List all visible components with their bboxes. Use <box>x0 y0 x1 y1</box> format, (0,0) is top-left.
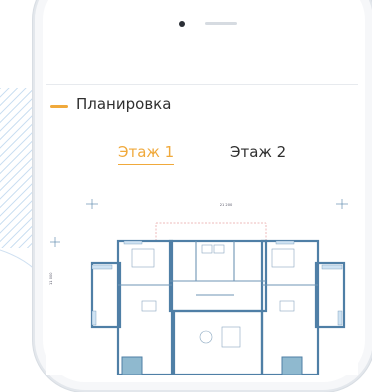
plan-walls <box>90 239 346 375</box>
tab-floor-2[interactable]: Этаж 2 <box>230 143 286 161</box>
reference-marker <box>336 199 348 209</box>
furniture <box>131 244 295 348</box>
floor-tabs: Этаж 1 Этаж 2 <box>46 143 358 173</box>
terrace-outline <box>155 222 267 242</box>
tab-floor-1[interactable]: Этаж 1 <box>118 143 175 165</box>
dimension-label-side: 11 000 <box>49 272 53 285</box>
accent-dash <box>50 105 68 108</box>
reference-marker <box>50 237 60 247</box>
dimension-label-top: 21 200 <box>220 203 233 207</box>
section-header: Планировка <box>46 95 358 115</box>
front-camera <box>179 21 185 27</box>
section-title: Планировка <box>76 95 172 113</box>
earpiece-speaker <box>205 22 237 25</box>
phone-screen: Планировка Этаж 1 Этаж 2 21 200 11 000 <box>46 84 358 375</box>
balcony-blocks <box>121 356 303 375</box>
floor-plan: 21 200 11 000 <box>49 199 348 375</box>
reference-marker <box>86 199 98 209</box>
window-strips <box>91 240 343 326</box>
